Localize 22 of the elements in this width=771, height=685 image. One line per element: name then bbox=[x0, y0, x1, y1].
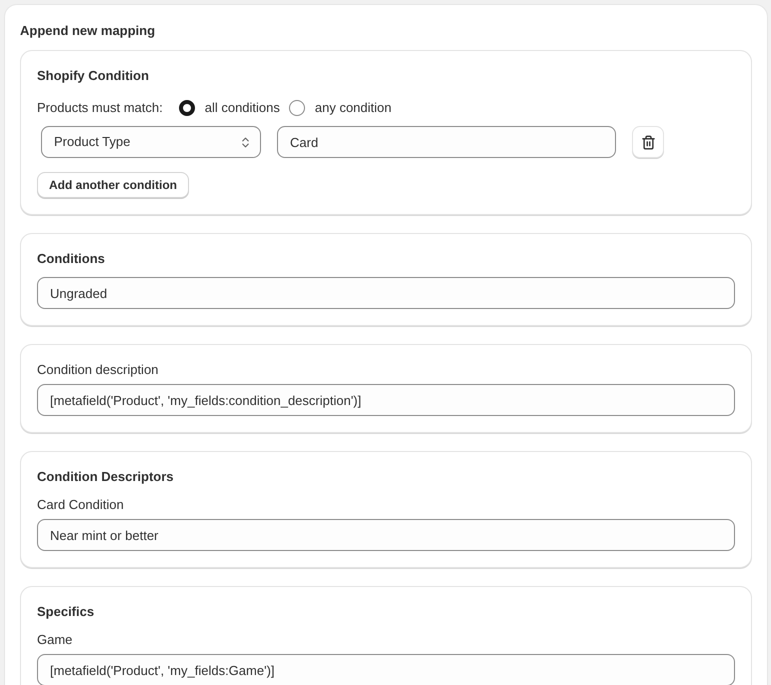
field-label: Condition description bbox=[37, 361, 160, 379]
text-field[interactable]: [metafield('Product', 'my_fields:condition_description')] bbox=[37, 384, 735, 416]
radio-icon[interactable] bbox=[178, 100, 195, 116]
text-field[interactable]: Ungraded bbox=[37, 277, 735, 309]
text-field[interactable]: [metafield('Product', 'my_fields:Game')] bbox=[37, 654, 735, 685]
field-label: Card Condition bbox=[37, 496, 125, 514]
trash-icon bbox=[640, 134, 656, 150]
section-title: Specifics bbox=[37, 603, 96, 621]
field-label: Game bbox=[37, 631, 74, 649]
delete-button[interactable] bbox=[632, 126, 664, 158]
radio-icon[interactable] bbox=[288, 100, 305, 116]
card-title: Append new mapping bbox=[20, 22, 156, 40]
add-condition-button[interactable]: Add another condition bbox=[37, 172, 189, 198]
section-title: Shopify Condition bbox=[37, 67, 150, 85]
section-title: Conditions bbox=[37, 250, 106, 268]
text-field[interactable]: Near mint or better bbox=[37, 519, 735, 551]
select-field[interactable]: Product Type bbox=[41, 126, 261, 158]
radio-label[interactable]: any condition bbox=[314, 98, 392, 118]
radio-label[interactable]: all conditions bbox=[204, 98, 280, 118]
text-field[interactable]: Card bbox=[277, 126, 616, 158]
section-title: Condition Descriptors bbox=[37, 468, 175, 486]
match-label: Products must match: bbox=[37, 99, 163, 117]
